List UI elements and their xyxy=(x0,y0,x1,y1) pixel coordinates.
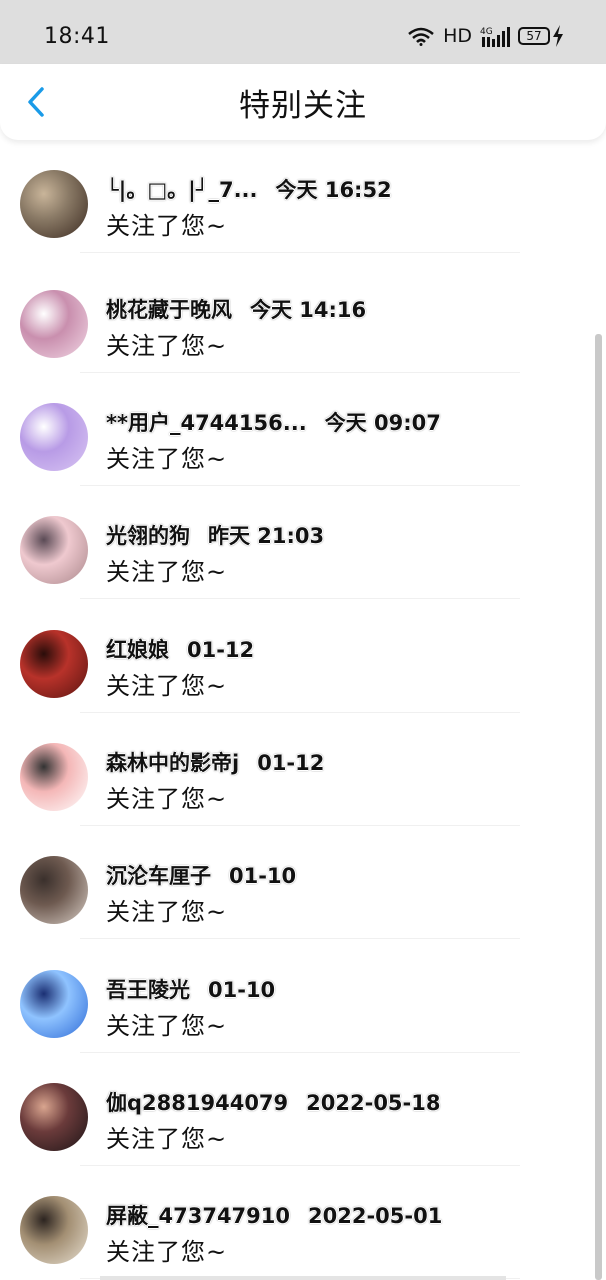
timestamp: 今天 09:07 xyxy=(324,411,441,435)
avatar[interactable] xyxy=(20,743,88,811)
user-name[interactable]: 桃花藏于晚风 xyxy=(106,294,232,324)
message-text: 关注了您~ xyxy=(106,212,228,240)
user-name[interactable]: **用户_4744156... xyxy=(106,407,307,437)
message-text: 关注了您~ xyxy=(106,332,228,360)
name-line: 屏蔽_473747910 2022-05-01 xyxy=(106,1200,442,1230)
message-text: 关注了您~ xyxy=(106,1125,228,1153)
user-name[interactable]: 光翎的狗 xyxy=(106,520,190,550)
charging-bolt-icon xyxy=(553,25,563,47)
timestamp: 01-10 xyxy=(208,978,276,1002)
user-name[interactable]: 吾王陵光 xyxy=(106,974,190,1004)
name-line: 森林中的影帝j 01-12 xyxy=(106,747,324,777)
name-line: 桃花藏于晚风 今天 14:16 xyxy=(106,294,366,324)
name-line: └|。□。|┘_7... 今天 16:52 xyxy=(106,174,392,204)
message-text: 关注了您~ xyxy=(106,672,228,700)
list-item[interactable]: 红娘娘 01-12 关注了您~ xyxy=(0,600,606,713)
message-text: 关注了您~ xyxy=(106,1012,228,1040)
timestamp: 01-12 xyxy=(257,751,325,775)
timestamp: 01-10 xyxy=(229,864,297,888)
home-indicator xyxy=(100,1276,506,1280)
user-name[interactable]: 沉沦车厘子 xyxy=(106,860,211,890)
status-indicators: HD 4G 57 xyxy=(407,25,564,47)
list-item[interactable]: 伽q2881944079 2022-05-18 关注了您~ xyxy=(0,1053,606,1166)
name-line: 伽q2881944079 2022-05-18 xyxy=(106,1087,440,1117)
timestamp: 2022-05-18 xyxy=(306,1091,441,1115)
timestamp: 01-12 xyxy=(187,638,255,662)
timestamp: 今天 14:16 xyxy=(250,298,367,322)
wifi-icon xyxy=(408,27,434,46)
avatar[interactable] xyxy=(20,170,88,238)
name-line: 红娘娘 01-12 xyxy=(106,634,254,664)
user-name[interactable]: 屏蔽_473747910 xyxy=(106,1200,290,1230)
timestamp: 今天 16:52 xyxy=(275,178,392,202)
avatar[interactable] xyxy=(20,403,88,471)
divider xyxy=(80,938,520,939)
message-text: 关注了您~ xyxy=(106,445,228,473)
avatar[interactable] xyxy=(20,1083,88,1151)
signal-label: 4G xyxy=(480,27,493,37)
user-name[interactable]: 伽q2881944079 xyxy=(106,1087,288,1117)
list-item[interactable]: 桃花藏于晚风 今天 14:16 关注了您~ xyxy=(0,260,606,373)
user-name[interactable]: └|。□。|┘_7... xyxy=(106,174,258,204)
battery-level: 57 xyxy=(518,27,550,45)
navigation-header: 特别关注 xyxy=(0,64,606,140)
message-text: 关注了您~ xyxy=(106,1238,228,1266)
message-text: 关注了您~ xyxy=(106,898,228,926)
message-text: 关注了您~ xyxy=(106,785,228,813)
name-line: **用户_4744156... 今天 09:07 xyxy=(106,407,441,437)
avatar[interactable] xyxy=(20,630,88,698)
status-bar: 18:41 HD 4G 57 xyxy=(0,0,606,64)
name-line: 沉沦车厘子 01-10 xyxy=(106,860,296,890)
timestamp: 2022-05-01 xyxy=(308,1204,443,1228)
user-name[interactable]: 森林中的影帝j xyxy=(106,747,239,777)
status-time: 18:41 xyxy=(44,23,110,49)
battery-icon: 57 xyxy=(518,25,564,47)
name-line: 吾王陵光 01-10 xyxy=(106,974,275,1004)
list-item[interactable]: 森林中的影帝j 01-12 关注了您~ xyxy=(0,713,606,826)
network-label: HD xyxy=(443,25,472,47)
divider xyxy=(80,252,520,253)
list-item[interactable]: **用户_4744156... 今天 09:07 关注了您~ xyxy=(0,373,606,486)
user-name[interactable]: 红娘娘 xyxy=(106,634,169,664)
divider xyxy=(80,598,520,599)
timestamp: 昨天 21:03 xyxy=(208,524,325,548)
back-button[interactable] xyxy=(16,82,56,122)
avatar[interactable] xyxy=(20,516,88,584)
list-item[interactable]: └|。□。|┘_7... 今天 16:52 关注了您~ xyxy=(0,140,606,253)
signal-icon: 4G xyxy=(480,27,510,47)
list-item[interactable]: 沉沦车厘子 01-10 关注了您~ xyxy=(0,826,606,939)
list-item[interactable]: 屏蔽_473747910 2022-05-01 关注了您~ xyxy=(0,1166,606,1279)
avatar[interactable] xyxy=(20,290,88,358)
avatar[interactable] xyxy=(20,970,88,1038)
chevron-left-icon xyxy=(28,87,44,117)
follow-list[interactable]: └|。□。|┘_7... 今天 16:52 关注了您~ 桃花藏于晚风 今天 14:16 关… xyxy=(0,140,606,1280)
list-item[interactable]: 吾王陵光 01-10 关注了您~ xyxy=(0,940,606,1053)
avatar[interactable] xyxy=(20,856,88,924)
page-title: 特别关注 xyxy=(239,87,367,124)
message-text: 关注了您~ xyxy=(106,558,228,586)
list-item[interactable]: 光翎的狗 昨天 21:03 关注了您~ xyxy=(0,486,606,599)
name-line: 光翎的狗 昨天 21:03 xyxy=(106,520,324,550)
avatar[interactable] xyxy=(20,1196,88,1264)
